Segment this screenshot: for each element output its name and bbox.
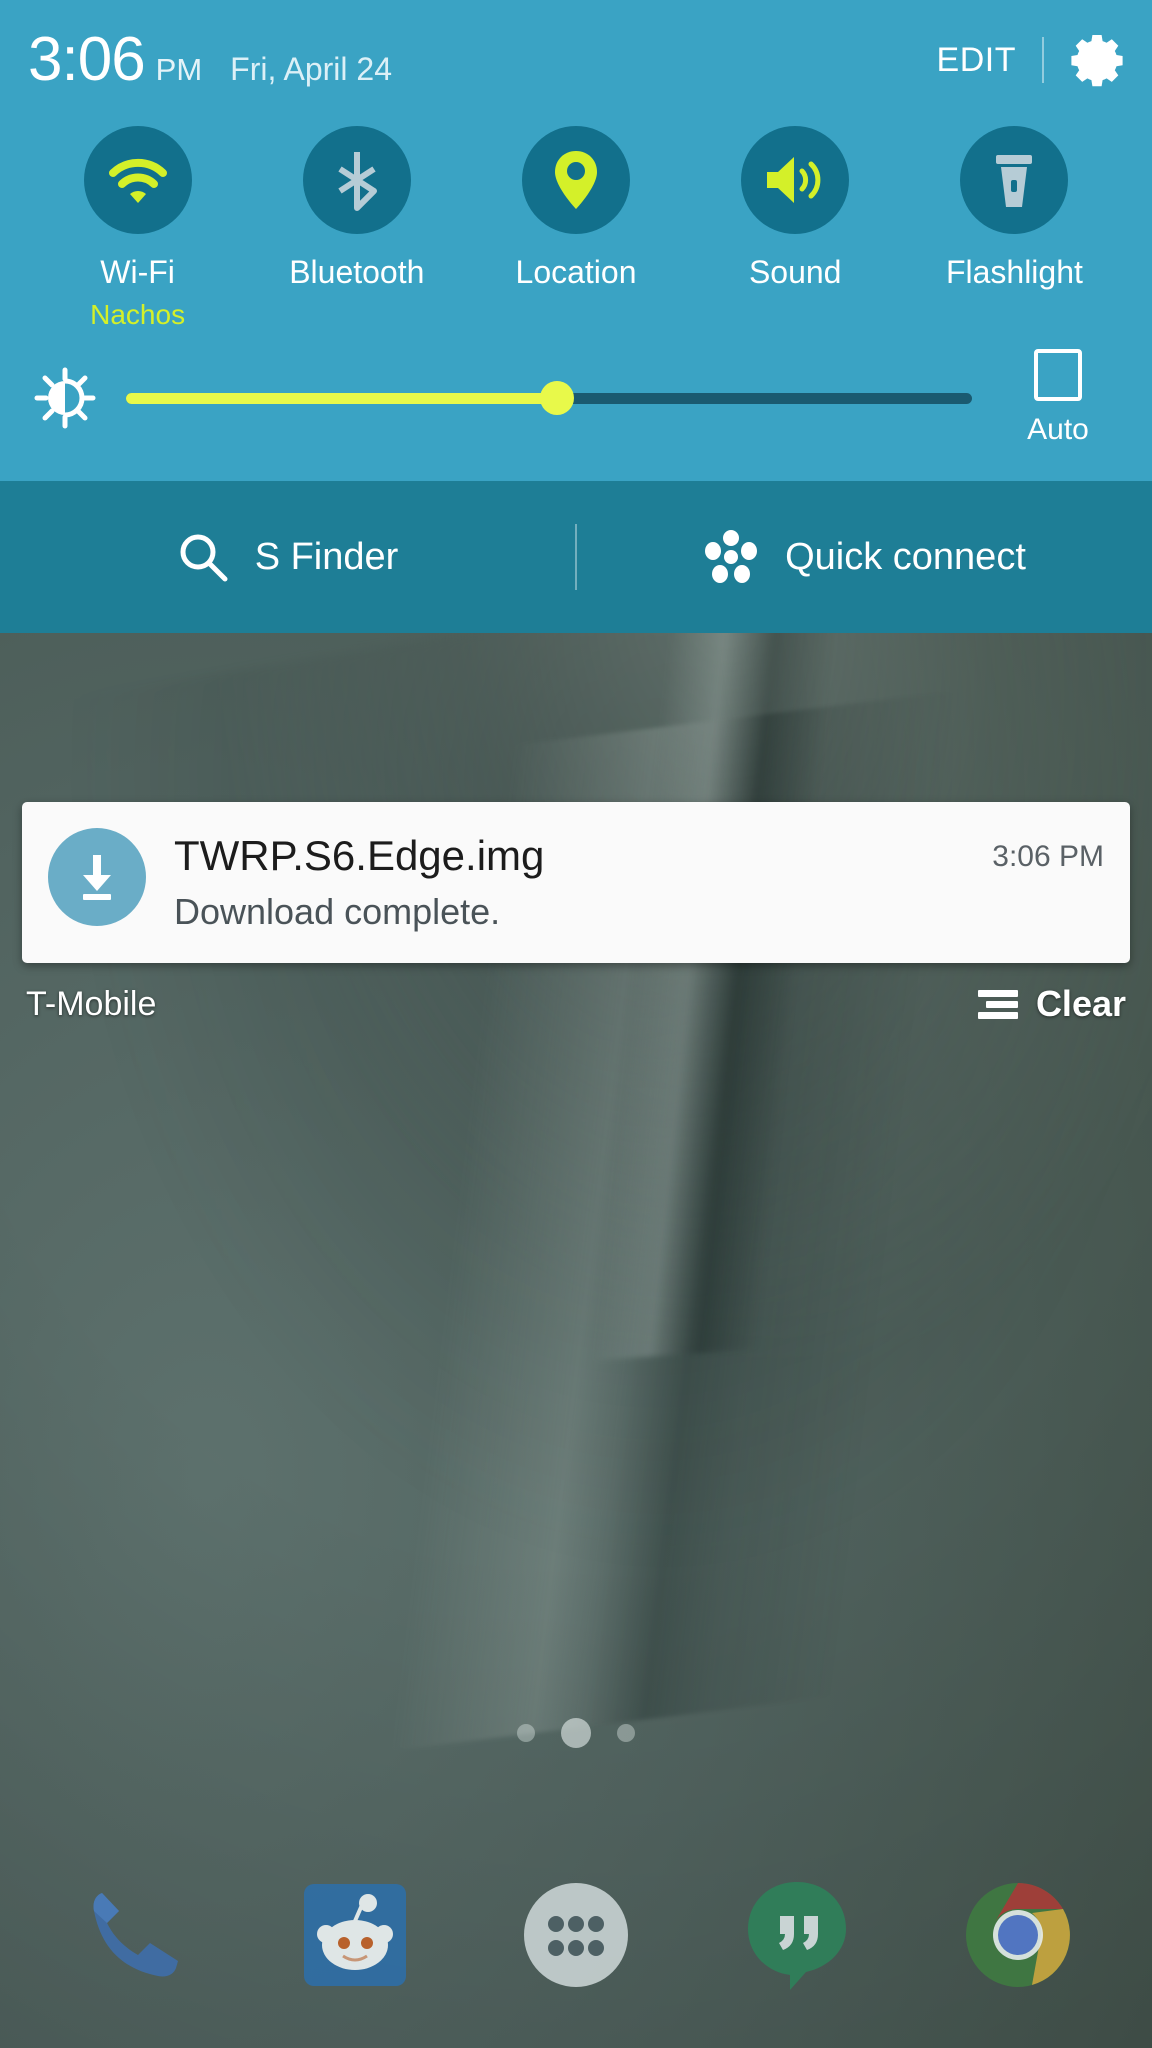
status-row: 3:06 PM Fri, April 24 EDIT [28,0,1124,120]
s-finder-label: S Finder [254,535,399,578]
quick-toggle-flashlight[interactable]: Flashlight [905,126,1124,331]
brightness-icon-wrap [28,367,102,429]
quick-toggle-bluetooth[interactable]: Bluetooth [247,126,466,331]
shade-footer: T-Mobile Clear [0,963,1152,1025]
clock[interactable]: 3:06 PM Fri, April 24 [28,29,937,91]
notification-shade: 3:06 PM Fri, April 24 EDIT Wi-Fi Nachos … [0,0,1152,633]
page-dot-1[interactable] [517,1724,535,1742]
bluetooth-toggle-circle[interactable] [302,126,411,234]
chrome-icon [965,1883,1070,1987]
wifi-ssid: Nachos [90,299,186,330]
auto-checkbox[interactable] [1034,349,1082,401]
quick-settings-panel: 3:06 PM Fri, April 24 EDIT Wi-Fi Nachos … [0,0,1152,481]
carrier-label: T-Mobile [26,984,157,1023]
quick-toggle-row: Wi-Fi Nachos Bluetooth Location Sound Fl… [28,120,1124,331]
clear-button[interactable]: Clear [976,983,1126,1025]
download-icon [83,855,111,900]
sound-toggle-circle[interactable] [741,126,850,234]
brightness-row: Auto [28,331,1124,481]
header-divider [1042,37,1044,83]
dock-item-phone[interactable] [59,1860,209,2010]
edit-button[interactable]: EDIT [937,41,1016,80]
top-actions: EDIT [937,33,1124,87]
page-indicator [0,1718,1152,1748]
page-dot-2[interactable] [561,1718,591,1748]
dock-item-app-drawer[interactable] [501,1860,651,2010]
quick-toggle-label: Bluetooth [289,254,425,290]
flashlight-toggle-circle[interactable] [960,126,1069,234]
wifi-toggle-circle[interactable] [83,126,192,234]
gear-icon [1071,35,1123,87]
volume-icon [767,157,821,203]
notification-body: TWRP.S6.Edge.img Download complete. [174,828,974,933]
brightness-icon [34,367,96,429]
location-toggle-circle[interactable] [522,126,630,234]
quick-connect-icon [705,530,758,583]
clear-lines-icon [977,990,1018,1020]
brightness-slider[interactable] [126,376,972,420]
search-icon [180,534,228,582]
quick-toggle-label: Wi-Fi [100,254,175,290]
quick-connect-label: Quick connect [785,535,1026,578]
shade-action-bar: S Finder Quick connect [0,481,1152,633]
slider-thumb[interactable] [540,381,575,415]
auto-label: Auto [1027,413,1089,446]
reddit-icon [304,1884,407,1986]
notification-item[interactable]: TWRP.S6.Edge.img Download complete. 3:06… [22,802,1130,964]
notification-list: TWRP.S6.Edge.img Download complete. 3:06… [0,780,1152,1025]
dock-item-reddit[interactable] [280,1860,430,2010]
clock-date: Fri, April 24 [230,51,392,87]
clock-time: 3:06 [28,25,146,94]
wifi-icon [108,158,167,203]
settings-button[interactable] [1070,33,1124,87]
dock-item-chrome[interactable] [943,1860,1093,2010]
notification-time: 3:06 PM [992,840,1104,873]
hangouts-icon [747,1882,846,1990]
location-pin-icon [555,151,597,209]
clear-label: Clear [1035,983,1126,1025]
notification-text: Download complete. [174,891,501,933]
phone-icon [93,1893,179,1977]
slider-fill [126,392,558,404]
quick-toggle-label: Location [515,254,637,290]
s-finder-button[interactable]: S Finder [0,531,575,583]
flashlight-icon [996,155,1033,207]
quick-toggle-sound[interactable]: Sound [686,126,905,331]
notification-title: TWRP.S6.Edge.img [174,832,545,879]
notification-icon-wrap [48,828,146,926]
quick-toggle-wifi[interactable]: Wi-Fi Nachos [28,126,247,331]
bluetooth-icon [338,152,377,211]
quick-toggle-label: Sound [748,254,842,290]
dock-item-hangouts[interactable] [722,1860,872,2010]
app-drawer-icon [523,1883,628,1987]
auto-brightness-toggle[interactable]: Auto [992,349,1124,447]
page-dot-3[interactable] [617,1724,635,1742]
quick-toggle-location[interactable]: Location [466,126,685,331]
quick-toggle-label: Flashlight [945,254,1083,290]
clock-ampm: PM [155,52,203,87]
dock [0,1860,1152,2010]
quick-connect-button[interactable]: Quick connect [577,529,1152,585]
